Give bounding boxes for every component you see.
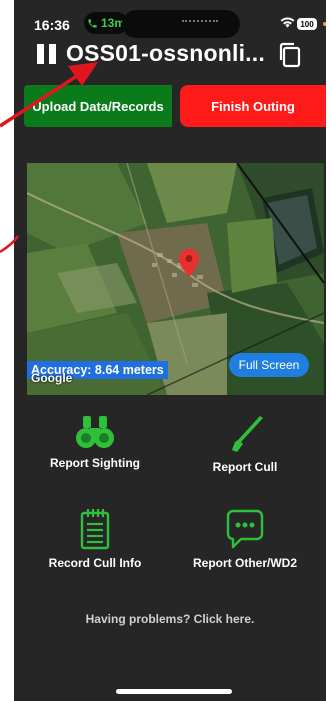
report-other-button[interactable]: Report Other/WD2 [170,508,320,570]
phone-icon [88,18,97,28]
finish-outing-button[interactable]: Finish Outing [180,85,326,127]
report-cull-button[interactable]: Report Cull [170,414,320,474]
record-cull-info-label: Record Cull Info [48,556,142,570]
page-title: OSS01-ossnonli... [66,40,265,66]
home-indicator[interactable] [116,689,232,694]
copy-icon[interactable] [278,42,302,68]
battery-level: 100 [300,19,314,29]
island-activity-dots [182,20,218,22]
binoculars-icon [76,416,114,448]
help-link[interactable]: Having problems? Click here. [14,612,326,626]
report-other-label: Report Other/WD2 [192,556,297,570]
report-sighting-label: Report Sighting [50,456,140,470]
map-pin-icon [179,249,199,277]
rifle-icon [232,416,263,452]
wifi-icon [280,17,295,28]
pause-icon [37,44,44,64]
report-cull-label: Report Cull [212,460,278,474]
report-sighting-button[interactable]: Report Sighting [20,414,170,470]
pause-icon [49,44,56,64]
upload-data-button[interactable]: Upload Data/Records [24,85,172,127]
app-screen: 16:36 13m 100 OSS01-ossnonli... Upload D… [14,0,326,701]
dynamic-island [122,10,240,38]
record-cull-info-button[interactable]: Record Cull Info [20,508,170,570]
chat-bubble-icon [226,509,264,549]
battery-icon: 100 [297,18,317,30]
status-time: 16:36 [34,17,70,33]
notepad-icon [80,509,110,550]
pause-button[interactable] [37,44,57,64]
full-screen-button[interactable]: Full Screen [229,353,309,377]
privacy-dot [323,22,326,26]
google-logo: Google [31,371,73,385]
